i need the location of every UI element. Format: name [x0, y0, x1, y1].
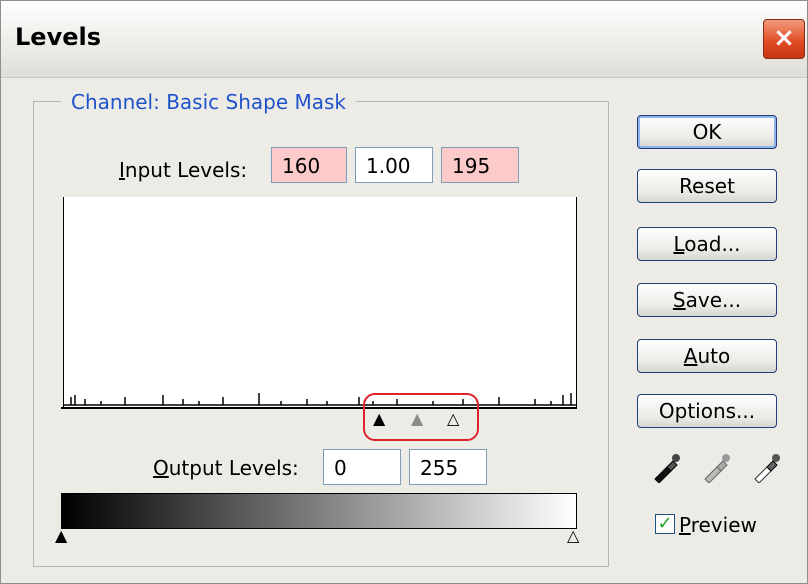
- close-icon: ×: [773, 23, 795, 53]
- input-slider-track[interactable]: [61, 407, 577, 409]
- options-button[interactable]: Options...: [637, 394, 777, 428]
- output-white-handle-icon[interactable]: △: [567, 528, 579, 544]
- input-black-field[interactable]: 160: [271, 147, 347, 183]
- channel-label: Channel: Basic Shape Mask: [61, 90, 357, 114]
- output-black-handle-icon[interactable]: ▲: [55, 528, 67, 544]
- output-white-field[interactable]: 255: [409, 449, 487, 485]
- gray-eyedropper-icon[interactable]: [701, 453, 731, 483]
- preview-checkbox[interactable]: ✓: [655, 514, 675, 534]
- check-icon: ✓: [657, 513, 673, 534]
- output-gradient-bar: [61, 493, 577, 529]
- ok-button[interactable]: OK: [637, 115, 777, 149]
- close-button[interactable]: ×: [763, 19, 805, 59]
- handles-highlight-ring: [363, 393, 479, 441]
- white-eyedropper-icon[interactable]: [751, 453, 781, 483]
- output-levels-label: Output Levels:: [153, 456, 299, 480]
- levels-dialog: Levels × Channel: Basic Shape Mask Input…: [0, 0, 808, 584]
- auto-button[interactable]: Auto: [637, 339, 777, 373]
- histogram: [63, 197, 577, 407]
- reset-button[interactable]: Reset: [637, 169, 777, 203]
- save-button[interactable]: Save...: [637, 283, 777, 317]
- load-button[interactable]: Load...: [637, 227, 777, 261]
- preview-label[interactable]: Preview: [679, 513, 757, 537]
- input-white-field[interactable]: 195: [441, 147, 519, 183]
- title-bar[interactable]: Levels ×: [1, 1, 807, 78]
- black-eyedropper-icon[interactable]: [651, 453, 681, 483]
- input-levels-label: Input Levels:: [119, 158, 248, 182]
- output-black-field[interactable]: 0: [323, 449, 401, 485]
- input-gamma-field[interactable]: 1.00: [355, 147, 433, 183]
- window-title: Levels: [15, 23, 102, 51]
